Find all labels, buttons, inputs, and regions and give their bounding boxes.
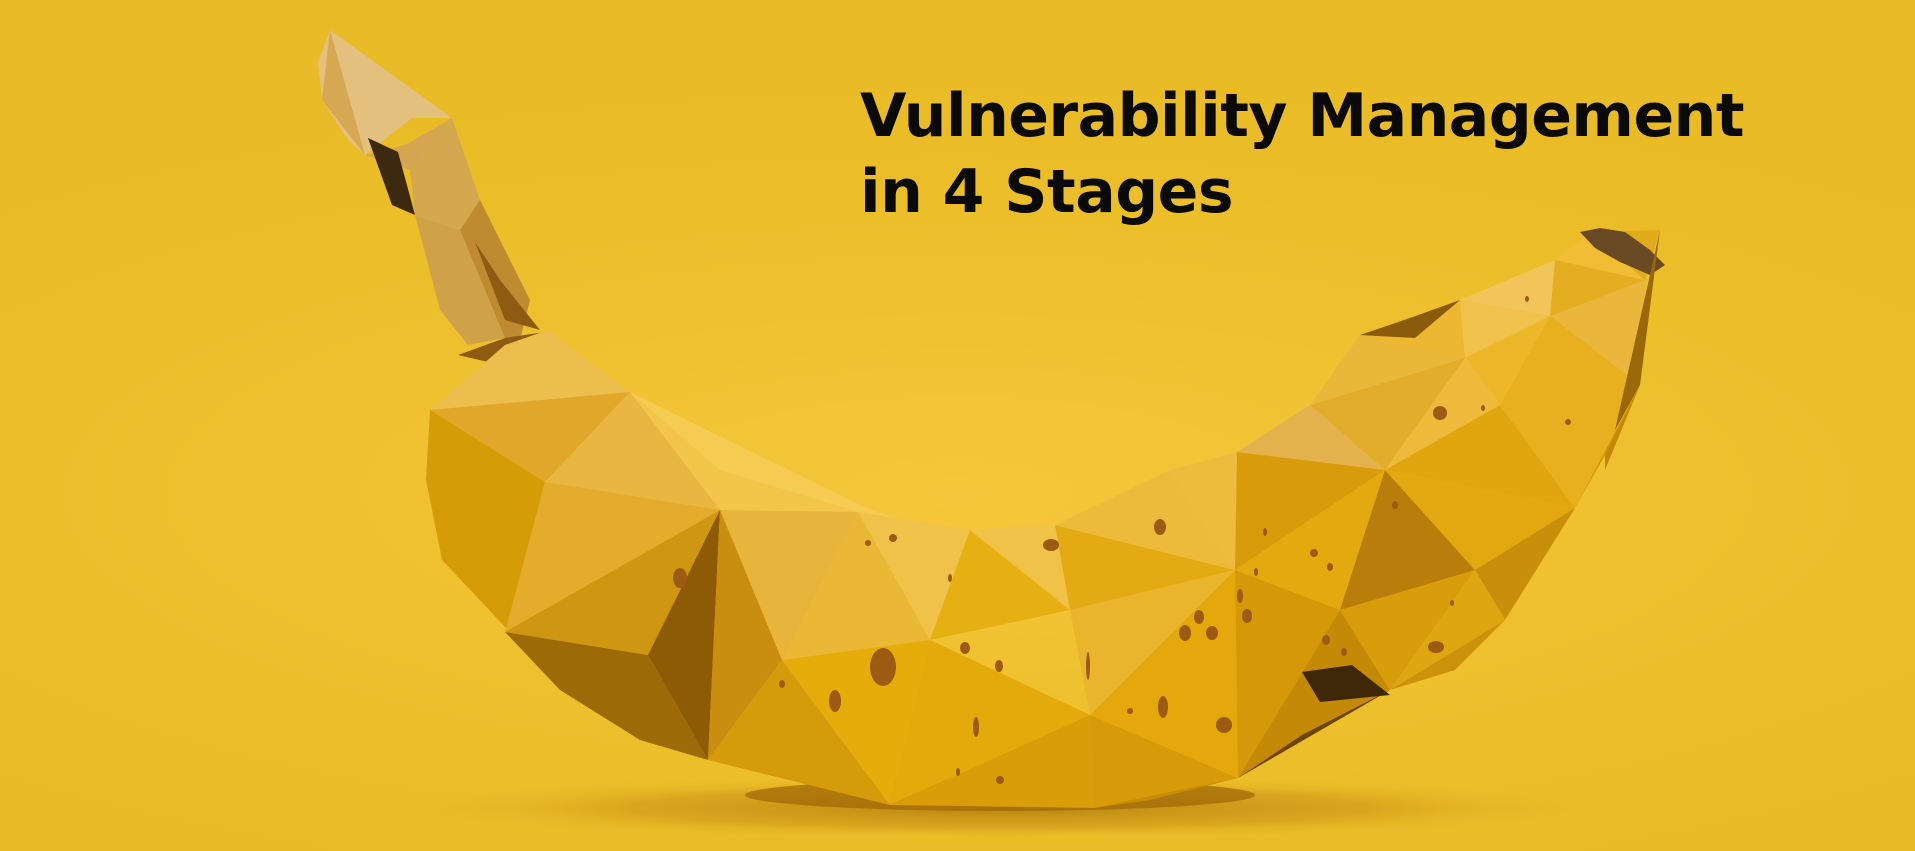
page-title: Vulnerability Management in 4 Stages (860, 78, 1860, 230)
title-line-2: in 4 Stages (860, 157, 1234, 227)
title-line-1: Vulnerability Management (860, 81, 1745, 151)
hero-banner: Vulnerability Management in 4 Stages (0, 0, 1915, 851)
